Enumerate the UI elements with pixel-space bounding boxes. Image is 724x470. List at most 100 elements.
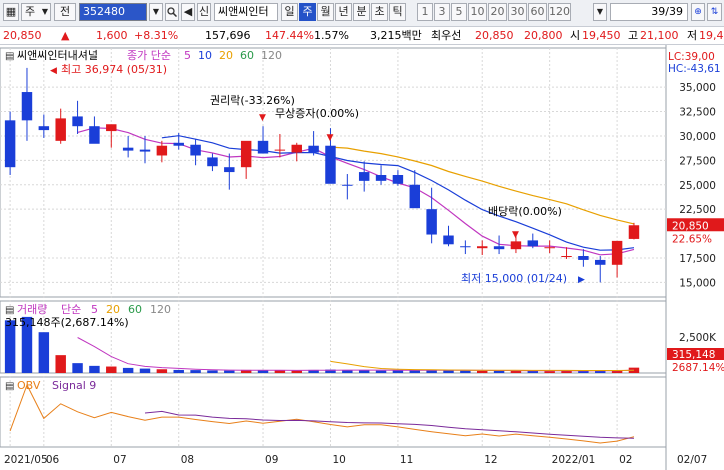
volume-bar [375,370,387,373]
interval-tab-20[interactable]: 20 [488,3,507,21]
volume-bar [460,370,471,373]
candle-body [358,172,370,181]
period-tab-4[interactable]: 분 [353,3,370,21]
candle-body [493,246,505,250]
interval-tab-120[interactable]: 120 [548,3,571,21]
best-bid-price: 20,800 [524,29,563,42]
candle-body [72,116,83,127]
candle-body [611,240,623,265]
search-icon[interactable] [165,3,179,21]
candle-body [4,120,16,168]
market-select[interactable]: 주 ▼ [21,3,51,21]
stock-chart[interactable]: 35,000 32,500 30,000 27,500 25,000 22,500 17,5… [0,45,724,470]
volume-bar [274,370,286,373]
stock-code-input[interactable]: 352480 [79,3,147,21]
x-axis-label: 10 [332,454,345,466]
x-axis-label: 02 [619,454,632,466]
candle-body [510,241,522,250]
mode-button[interactable]: 전 [54,3,76,21]
period-tab-0[interactable]: 일 [281,3,298,21]
ma-period-5: 5 [184,49,191,62]
obv-signal-label: Signal 9 [52,379,96,392]
low-marker-icon: ▶ [578,275,585,285]
volume-bar [156,369,168,373]
candle-body [224,167,235,173]
volume-bar [190,370,201,373]
rights-marker-icon: ▼ [259,113,266,123]
candle-body [308,145,319,153]
swap-icon[interactable]: ⇅ [707,3,722,21]
volume-panel-title: 거래량 [17,303,47,316]
candle-body [55,118,66,141]
interval-tab-1[interactable]: 1 [417,3,433,21]
period-tab-2[interactable]: 월 [317,3,334,21]
volume-bar [173,369,184,373]
period-tab-5[interactable]: 초 [371,3,388,21]
volume-bar [55,355,66,373]
turnover-percent: 1.57% [314,29,349,42]
chevron-down-icon: ▼ [41,7,48,16]
volume-panel-menu-icon: ▤ [5,305,14,316]
candle-body [544,247,555,249]
volume-bar [392,370,404,373]
candle-body [375,175,387,181]
candle-body [106,124,117,132]
quote-bar: 20,850 ▲ 1,600 +8.31% 157,696 147.44% 1.… [0,27,724,45]
candle-body [325,145,336,184]
volume-bar [139,368,151,373]
interval-tab-10[interactable]: 10 [468,3,487,21]
interval-dropdown-icon[interactable]: ▼ [593,3,607,21]
candle-body [595,259,606,265]
price-tick-label: 32,500 [679,107,716,119]
candle-body [476,246,488,249]
candle-body [21,92,33,121]
volume-bar [38,332,50,373]
percent-tag-label: 22.65% [672,233,712,245]
volume-tick-label: 2,500K [679,332,717,344]
open-price: 19,450 [582,29,621,42]
candle-body [257,140,269,154]
ma-period-20: 20 [219,49,233,62]
code-dropdown-icon[interactable]: ▼ [149,3,163,21]
candle-body [426,209,437,235]
candle-body [190,144,201,156]
best-ask-price: 20,850 [475,29,514,42]
best-ask-label: 최우선 [431,29,462,42]
interval-tab-5[interactable]: 5 [451,3,467,21]
period-tab-1[interactable]: 주 [299,3,316,21]
ma-period-60: 60 [240,49,254,62]
open-label: 시 [570,29,581,42]
price-tick-label: 25,000 [679,180,716,192]
trade-amount: 3,215백만 [370,29,422,42]
speaker-icon[interactable]: ◀ [181,3,195,21]
price-tick-label: 15,000 [679,277,716,289]
interval-tab-60[interactable]: 60 [528,3,547,21]
interval-tab-30[interactable]: 30 [508,3,527,21]
high-label: 고 [628,29,639,42]
volume-tag-label: 315,148 [672,349,715,361]
period-tab-3[interactable]: 년 [335,3,352,21]
volume-bar [443,370,454,373]
magnifier-glyph [167,7,178,18]
candle-body [628,225,640,239]
volume-bar [89,365,100,373]
period-tab-6[interactable]: 틱 [389,3,406,21]
high-annotation: 최고 36,974 (05/31) [61,63,167,76]
interval-tab-3[interactable]: 3 [434,3,450,21]
candle-body [274,149,286,151]
x-axis-label: 11 [400,454,413,466]
candle-body [527,240,539,247]
candle-body [460,246,471,248]
volume-ma-label: 단순 [61,303,81,316]
ma-period-120: 120 [261,49,282,62]
price-tick-label: 30,000 [679,131,716,143]
dividend-marker-icon: ▼ [512,230,519,240]
volume-pct-label: 2687.14% [672,362,724,374]
layout-icon[interactable]: ▦ [3,3,19,21]
candle-body [156,145,168,156]
zoom-in-icon[interactable]: ⊕ [691,3,705,21]
price-tick-label: 35,000 [679,82,716,94]
candle-body [342,184,353,186]
price-tag-label: 20,850 [672,220,709,232]
price-tick-label: 17,500 [679,253,716,265]
